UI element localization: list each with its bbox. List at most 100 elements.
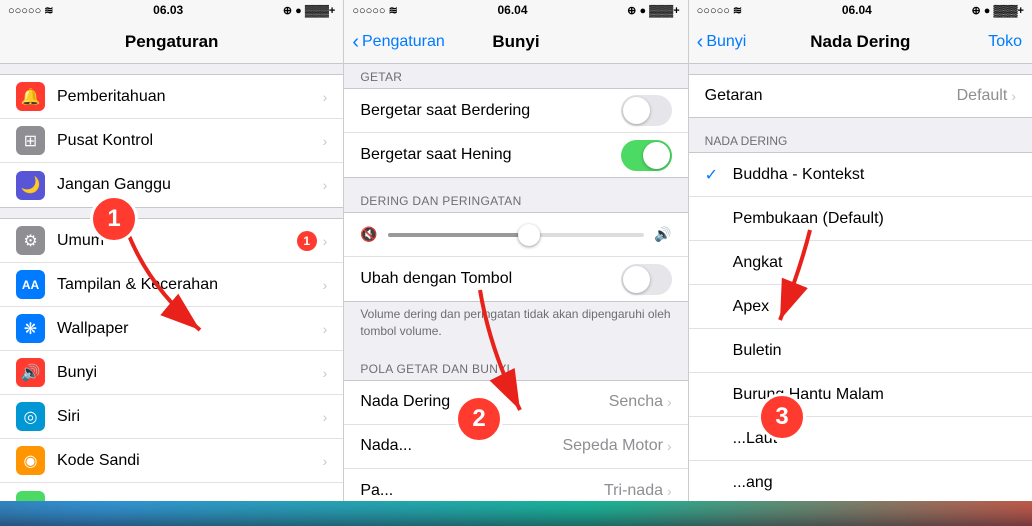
label-wallpaper: Wallpaper [57, 320, 323, 338]
group-pola: Nada Dering Sencha › Nada... Sepeda Moto… [344, 380, 687, 501]
label-kodesandi: Kode Sandi [57, 452, 323, 470]
getaran-row[interactable]: Getaran Default › [689, 74, 1032, 118]
nav-bar-2: ‹ Pengaturan Bunyi [344, 20, 687, 64]
label-angkat: Angkat [733, 254, 1016, 272]
list-item-umum[interactable]: ⚙ Umum 1 › [0, 219, 343, 263]
list-item-pusatkontrol[interactable]: ⊞ Pusat Kontrol › [0, 119, 343, 163]
group-dering: 🔇 🔊 Ubah dengan Tombol [344, 212, 687, 302]
chevron-umum: › [323, 233, 328, 249]
toggle-bergetar-hening[interactable] [621, 140, 672, 171]
volume-row[interactable]: 🔇 🔊 [344, 213, 687, 257]
label-bergetar-berdering: Bergetar saat Berdering [360, 102, 620, 120]
chevron-tampilan: › [323, 277, 328, 293]
status-bar-1: ○○○○○ ≋ 06.03 ⊕ ● ▓▓▓+ [0, 0, 343, 20]
chevron-pemberitahuan: › [323, 89, 328, 105]
time-2: 06.04 [497, 3, 527, 17]
nav-title-3: Nada Dering [810, 32, 910, 52]
label-janganganggu: Jangan Ganggu [57, 176, 323, 194]
panel1-content: 🔔 Pemberitahuan › ⊞ Pusat Kontrol › 🌙 Ja… [0, 64, 343, 501]
chevron-siri: › [323, 409, 328, 425]
chevron-pusatkontrol: › [323, 133, 328, 149]
list-item-nada-3[interactable]: Pa... Tri-nada › [344, 469, 687, 501]
icon-pemberitahuan: 🔔 [16, 82, 45, 111]
signal-left-3: ○○○○○ ≋ [697, 4, 743, 17]
icon-last: — [16, 491, 45, 502]
list-item-nada-2[interactable]: Nada... Sepeda Motor › [344, 425, 687, 469]
time-3: 06.04 [842, 3, 872, 17]
list-item-kodesandi[interactable]: ◉ Kode Sandi › [0, 439, 343, 483]
ringtone-apex[interactable]: ✓ Apex [689, 285, 1032, 329]
settings-group-1: 🔔 Pemberitahuan › ⊞ Pusat Kontrol › 🌙 Ja… [0, 74, 343, 208]
panel-bunyi: ○○○○○ ≋ 06.04 ⊕ ● ▓▓▓+ ‹ Pengaturan Buny… [344, 0, 688, 501]
header-dering: DERING DAN PERINGATAN [344, 188, 687, 212]
header-getar: GETAR [344, 64, 687, 88]
toggle-bergetar-berdering[interactable] [621, 95, 672, 126]
volume-description: Volume dering dan peringatan tidak akan … [344, 302, 687, 346]
list-item-last[interactable]: — › [0, 483, 343, 501]
chevron-kodesandi: › [323, 453, 328, 469]
value-nada-3: Tri-nada [604, 482, 663, 500]
list-item-nada-dering[interactable]: Nada Dering Sencha › [344, 381, 687, 425]
status-right-2: ⊕ ● ▓▓▓+ [627, 4, 679, 17]
list-item-pemberitahuan[interactable]: 🔔 Pemberitahuan › [0, 75, 343, 119]
toggle-ubah-tombol[interactable] [621, 264, 672, 295]
list-item-tampilan[interactable]: AA Tampilan & Kecerahan › [0, 263, 343, 307]
ringtone-laut[interactable]: ✓ ...Laut [689, 417, 1032, 461]
label-ang: ...ang [733, 474, 1016, 492]
chevron-janganganggu: › [323, 177, 328, 193]
status-right-3: ⊕ ● ▓▓▓+ [972, 4, 1024, 17]
label-pusatkontrol: Pusat Kontrol [57, 132, 323, 150]
ringtone-ang[interactable]: ✓ ...ang [689, 461, 1032, 501]
status-right-1: ⊕ ● ▓▓▓+ [283, 4, 335, 17]
getaran-chevron: › [1011, 88, 1016, 104]
circle-num-2: 2 [455, 395, 503, 443]
circle-num-1: 1 [90, 195, 138, 243]
ringtone-buddha[interactable]: ✓ Buddha - Kontekst [689, 153, 1032, 197]
label-bunyi: Bunyi [57, 364, 323, 382]
nav-bar-3: ‹ Bunyi Nada Dering Toko [689, 20, 1032, 64]
getaran-value: Default [957, 87, 1008, 105]
list-item-bergetar-berdering[interactable]: Bergetar saat Berdering [344, 89, 687, 133]
back-button-3[interactable]: ‹ Bunyi [697, 32, 747, 52]
value-nada-2: Sepeda Motor [562, 437, 663, 455]
value-nada-dering: Sencha [609, 393, 663, 411]
ringtone-list: ✓ Buddha - Kontekst ✓ Pembukaan (Default… [689, 152, 1032, 501]
ringtone-burunghantu[interactable]: ✓ Burung Hantu Malam [689, 373, 1032, 417]
label-bergetar-hening: Bergetar saat Hening [360, 146, 620, 164]
group-getar: Bergetar saat Berdering Bergetar saat He… [344, 88, 687, 178]
list-item-janganganggu[interactable]: 🌙 Jangan Ganggu › [0, 163, 343, 207]
list-item-bunyi[interactable]: 🔊 Bunyi › [0, 351, 343, 395]
label-siri: Siri [57, 408, 323, 426]
header-nada-dering-section: NADA DERING [689, 128, 1032, 152]
icon-bunyi: 🔊 [16, 358, 45, 387]
nav-title-2: Bunyi [492, 32, 539, 52]
circle-num-3: 3 [758, 393, 806, 441]
badge-umum: 1 [297, 231, 317, 251]
list-item-ubah-tombol[interactable]: Ubah dengan Tombol [344, 257, 687, 301]
icon-tampilan: AA [16, 270, 45, 299]
label-buletin: Buletin [733, 342, 1016, 360]
ringtone-pembukaan[interactable]: ✓ Pembukaan (Default) [689, 197, 1032, 241]
checkmark-buddha: ✓ [705, 165, 725, 185]
volume-slider[interactable] [388, 233, 644, 237]
list-item-bergetar-hening[interactable]: Bergetar saat Hening [344, 133, 687, 177]
nav-right-toko[interactable]: Toko [988, 33, 1022, 51]
nav-title-1: Pengaturan [125, 32, 219, 52]
settings-group-2: ⚙ Umum 1 › AA Tampilan & Kecerahan › ❋ W… [0, 218, 343, 501]
label-pemberitahuan: Pemberitahuan [57, 88, 323, 106]
label-ubah-tombol: Ubah dengan Tombol [360, 270, 620, 288]
label-buddha: Buddha - Kontekst [733, 166, 1016, 184]
label-pembukaan: Pembukaan (Default) [733, 210, 1016, 228]
icon-pusatkontrol: ⊞ [16, 126, 45, 155]
signal-left-2: ○○○○○ ≋ [352, 4, 398, 17]
list-item-wallpaper[interactable]: ❋ Wallpaper › [0, 307, 343, 351]
icon-janganganggu: 🌙 [16, 171, 45, 200]
ringtone-angkat[interactable]: ✓ Angkat [689, 241, 1032, 285]
back-button-2[interactable]: ‹ Pengaturan [352, 32, 444, 52]
label-nada-2: Nada... [360, 437, 562, 455]
ringtone-buletin[interactable]: ✓ Buletin [689, 329, 1032, 373]
label-nada-3: Pa... [360, 482, 604, 500]
chevron-back-icon-2: ‹ [352, 32, 359, 52]
list-item-siri[interactable]: ◎ Siri › [0, 395, 343, 439]
chevron-back-icon-3: ‹ [697, 32, 704, 52]
